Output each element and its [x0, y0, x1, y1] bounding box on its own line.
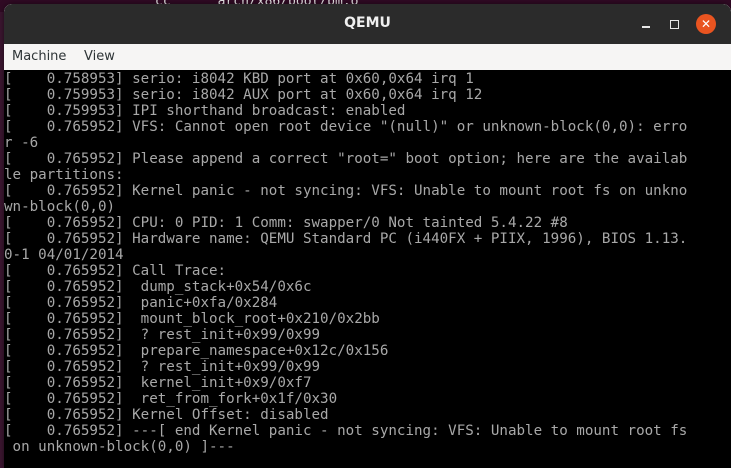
console-line: [ 0.759953] IPI shorthand broadcast: ena…: [4, 103, 406, 119]
console-line: [ 0.765952] kernel_init+0x9/0xf7: [4, 375, 312, 391]
menu-view[interactable]: View: [84, 49, 115, 64]
console-line: on unknown-block(0,0) ]---: [4, 439, 235, 455]
console-line: wn-block(0,0): [4, 199, 116, 215]
vm-display[interactable]: [ 0.758953] serio: i8042 KBD port at 0x6…: [4, 70, 731, 468]
menu-machine[interactable]: Machine: [12, 49, 66, 64]
console-output: [ 0.758953] serio: i8042 KBD port at 0x6…: [4, 71, 687, 455]
console-line: [ 0.765952] VFS: Cannot open root device…: [4, 119, 688, 135]
console-line: [ 0.758953] serio: i8042 KBD port at 0x6…: [4, 71, 474, 87]
console-line: [ 0.765952] Kernel panic - not syncing: …: [4, 183, 688, 199]
menu-bar: Machine View: [4, 44, 731, 71]
console-line: [ 0.765952] Kernel Offset: disabled: [4, 407, 329, 423]
console-line: [ 0.765952] Call Trace:: [4, 263, 227, 279]
console-line: [ 0.765952] panic+0xfa/0x284: [4, 295, 278, 311]
console-line: [ 0.765952] prepare_namespace+0x12c/0x15…: [4, 343, 389, 359]
maximize-icon: [670, 20, 679, 29]
console-line: r -6: [4, 135, 39, 151]
console-line: [ 0.765952] dump_stack+0x54/0x6c: [4, 279, 312, 295]
maximize-button[interactable]: [664, 14, 684, 34]
console-line: [ 0.765952] ret_from_fork+0x1f/0x30: [4, 391, 338, 407]
console-line: [ 0.765952] CPU: 0 PID: 1 Comm: swapper/…: [4, 215, 568, 231]
minimize-icon: [642, 26, 650, 28]
console-line: le partitions:: [4, 167, 124, 183]
console-line: 0-1 04/01/2014: [4, 247, 124, 263]
console-line: [ 0.759953] serio: i8042 AUX port at 0x6…: [4, 87, 483, 103]
close-icon: ✕: [700, 17, 712, 31]
console-line: [ 0.765952] mount_block_root+0x210/0x2bb: [4, 311, 380, 327]
console-line: [ 0.765952] ? rest_init+0x99/0x99: [4, 327, 321, 343]
minimize-button[interactable]: [636, 14, 656, 34]
console-line: [ 0.765952] Please append a correct "roo…: [4, 151, 688, 167]
qemu-window: QEMU ✕ Machine View [ 0.758953] serio: i…: [4, 4, 731, 468]
title-bar[interactable]: QEMU ✕: [4, 4, 731, 44]
window-title: QEMU: [344, 15, 391, 31]
console-line: [ 0.765952] ---[ end Kernel panic - not …: [4, 423, 688, 439]
console-line: [ 0.765952] Hardware name: QEMU Standard…: [4, 231, 688, 247]
console-line: [ 0.765952] ? rest_init+0x99/0x99: [4, 359, 321, 375]
close-button[interactable]: ✕: [696, 14, 716, 34]
